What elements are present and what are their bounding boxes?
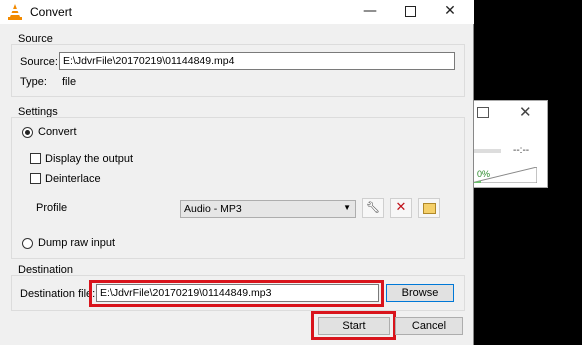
background-player-window: ✕ --:-- 0% — [462, 100, 548, 188]
close-button[interactable]: ✕ — [434, 0, 466, 24]
convert-label: Convert — [38, 126, 77, 138]
dropdown-arrow-icon: ▼ — [343, 203, 351, 212]
wrench-icon: 🔧︎ — [366, 201, 380, 214]
destination-highlight — [89, 280, 384, 307]
type-label: Type: — [20, 76, 47, 88]
window-title: Convert — [30, 5, 73, 19]
dump-raw-radio[interactable] — [22, 238, 33, 249]
destination-file-label: Destination file: — [20, 288, 96, 300]
maximize-icon — [404, 6, 416, 17]
browse-button[interactable]: Browse — [386, 284, 454, 302]
profile-label: Profile — [36, 202, 68, 214]
display-output-label: Display the output — [45, 153, 134, 165]
maximize-button[interactable] — [394, 0, 426, 24]
time-display: --:-- — [513, 145, 530, 156]
start-highlight — [311, 311, 396, 340]
minimize-button[interactable]: — — [354, 0, 386, 24]
seek-bar[interactable] — [471, 149, 501, 153]
edit-profile-button[interactable]: 🔧︎ — [362, 198, 384, 218]
cancel-button[interactable]: Cancel — [395, 317, 463, 335]
type-value: file — [62, 76, 77, 88]
convert-dialog: Convert — ✕ Source Source: E:\JdvrFile\2… — [0, 0, 474, 345]
source-label: Source: — [20, 56, 58, 68]
dump-raw-label: Dump raw input — [38, 237, 116, 249]
deinterlace-label: Deinterlace — [45, 173, 101, 185]
new-profile-icon — [422, 203, 436, 214]
close-icon[interactable]: ✕ — [519, 103, 532, 121]
delete-profile-button[interactable]: ✕ — [390, 198, 412, 218]
maximize-icon[interactable] — [477, 107, 489, 118]
title-bar[interactable]: Convert — ✕ — [0, 0, 474, 24]
new-profile-button[interactable] — [418, 198, 440, 218]
delete-icon: ✕ — [395, 200, 407, 215]
profile-dropdown[interactable]: Audio - MP3 ▼ — [180, 200, 356, 218]
volume-percent: 0% — [477, 169, 491, 179]
profile-selected-value: Audio - MP3 — [184, 203, 242, 215]
close-icon: ✕ — [444, 3, 456, 19]
display-output-checkbox[interactable] — [30, 153, 41, 164]
minimize-icon: — — [363, 3, 377, 19]
vlc-cone-icon — [8, 4, 22, 20]
deinterlace-checkbox[interactable] — [30, 173, 41, 184]
convert-radio[interactable] — [22, 127, 33, 138]
source-path-field[interactable]: E:\JdvrFile\20170219\01144849.mp4 — [59, 52, 455, 70]
